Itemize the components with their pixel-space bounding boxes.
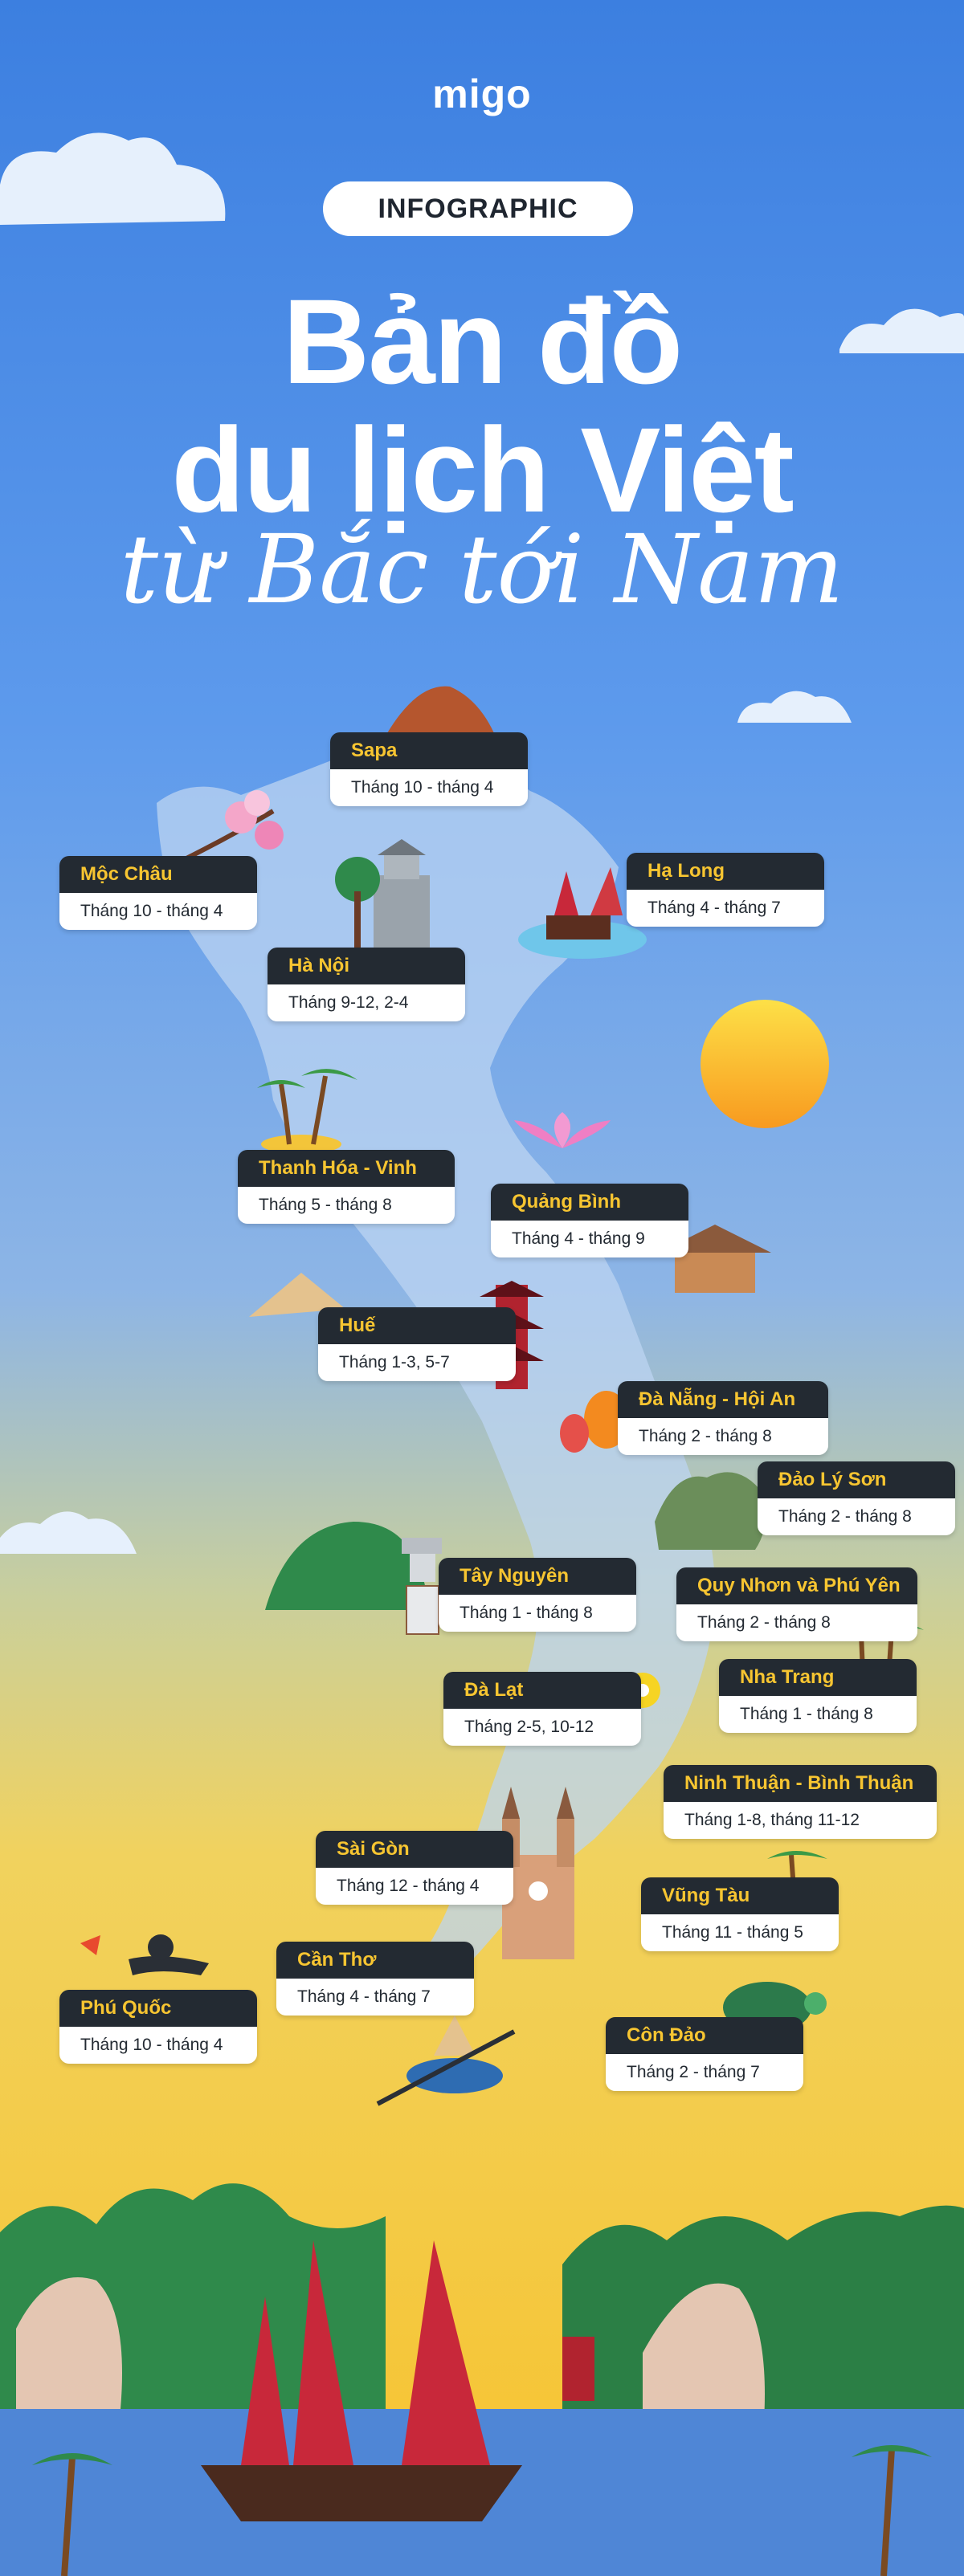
destination-card: Tây Nguyên Tháng 1 - tháng 8 (439, 1558, 636, 1632)
destination-name: Quy Nhơn và Phú Yên (676, 1567, 917, 1604)
destination-name: Sapa (330, 732, 528, 769)
destination-card: Hạ Long Tháng 4 - tháng 7 (627, 853, 824, 927)
destination-name: Sài Gòn (316, 1831, 513, 1868)
destination-months: Tháng 5 - tháng 8 (238, 1187, 455, 1224)
destination-card: Hà Nội Tháng 9-12, 2-4 (268, 948, 465, 1021)
destination-card: Ninh Thuận - Bình Thuận Tháng 1-8, tháng… (664, 1765, 937, 1839)
destination-name: Phú Quốc (59, 1990, 257, 2027)
destination-name: Đà Nẵng - Hội An (618, 1381, 828, 1418)
destination-months: Tháng 11 - tháng 5 (641, 1914, 839, 1951)
destination-name: Đảo Lý Sơn (758, 1461, 955, 1498)
destination-months: Tháng 2-5, 10-12 (443, 1709, 641, 1746)
brand-logo: migo (432, 71, 532, 116)
destination-card: Cần Thơ Tháng 4 - tháng 7 (276, 1942, 474, 2016)
destination-name: Quảng Bình (491, 1184, 688, 1221)
destination-name: Mộc Châu (59, 856, 257, 893)
destination-card: Đà Nẵng - Hội An Tháng 2 - tháng 8 (618, 1381, 828, 1455)
page-subtitle: từ Bắc tới Nam (120, 514, 844, 625)
destination-name: Nha Trang (719, 1659, 917, 1696)
destination-card: Phú Quốc Tháng 10 - tháng 4 (59, 1990, 257, 2064)
destination-months: Tháng 1-8, tháng 11-12 (664, 1802, 937, 1839)
destination-name: Hà Nội (268, 948, 465, 984)
destination-name: Thanh Hóa - Vinh (238, 1150, 455, 1187)
sun-icon (701, 1000, 829, 1128)
destination-months: Tháng 12 - tháng 4 (316, 1868, 513, 1905)
destination-card: Nha Trang Tháng 1 - tháng 8 (719, 1659, 917, 1733)
destination-name: Đà Lạt (443, 1672, 641, 1709)
coffee-filter-icon (402, 1538, 442, 1635)
destination-card: Sapa Tháng 10 - tháng 4 (330, 732, 528, 806)
destination-name: Tây Nguyên (439, 1558, 636, 1595)
destination-name: Vũng Tàu (641, 1877, 839, 1914)
destination-card: Vũng Tàu Tháng 11 - tháng 5 (641, 1877, 839, 1951)
destination-card: Đảo Lý Sơn Tháng 2 - tháng 8 (758, 1461, 955, 1535)
destination-months: Tháng 4 - tháng 7 (276, 1979, 474, 2016)
destination-name: Ninh Thuận - Bình Thuận (664, 1765, 937, 1802)
destination-card: Quảng Bình Tháng 4 - tháng 9 (491, 1184, 688, 1257)
destination-months: Tháng 10 - tháng 4 (330, 769, 528, 806)
destination-name: Huế (318, 1307, 516, 1344)
destination-months: Tháng 9-12, 2-4 (268, 984, 465, 1021)
destination-months: Tháng 2 - tháng 8 (618, 1418, 828, 1455)
destination-months: Tháng 1 - tháng 8 (719, 1696, 917, 1733)
destination-card: Côn Đảo Tháng 2 - tháng 7 (606, 2017, 803, 2091)
destination-months: Tháng 4 - tháng 9 (491, 1221, 688, 1257)
destination-name: Hạ Long (627, 853, 824, 890)
destination-card: Sài Gòn Tháng 12 - tháng 4 (316, 1831, 513, 1905)
destination-months: Tháng 2 - tháng 8 (676, 1604, 917, 1641)
destination-months: Tháng 10 - tháng 4 (59, 893, 257, 930)
pagoda-icon (562, 2337, 594, 2401)
destination-card: Huế Tháng 1-3, 5-7 (318, 1307, 516, 1381)
infographic-badge: INFOGRAPHIC (323, 181, 633, 236)
destination-months: Tháng 10 - tháng 4 (59, 2027, 257, 2064)
destination-card: Thanh Hóa - Vinh Tháng 5 - tháng 8 (238, 1150, 455, 1224)
page-title-line1: Bản đồ (282, 274, 683, 409)
destination-months: Tháng 4 - tháng 7 (627, 890, 824, 927)
destination-name: Côn Đảo (606, 2017, 803, 2054)
destination-months: Tháng 2 - tháng 7 (606, 2054, 803, 2091)
destination-months: Tháng 1-3, 5-7 (318, 1344, 516, 1381)
destination-months: Tháng 1 - tháng 8 (439, 1595, 636, 1632)
destination-card: Đà Lạt Tháng 2-5, 10-12 (443, 1672, 641, 1746)
destination-name: Cần Thơ (276, 1942, 474, 1979)
page-title-line2: du lịch Việt (171, 402, 794, 537)
destination-months: Tháng 2 - tháng 8 (758, 1498, 955, 1535)
destination-card: Mộc Châu Tháng 10 - tháng 4 (59, 856, 257, 930)
destination-card: Quy Nhơn và Phú Yên Tháng 2 - tháng 8 (676, 1567, 917, 1641)
